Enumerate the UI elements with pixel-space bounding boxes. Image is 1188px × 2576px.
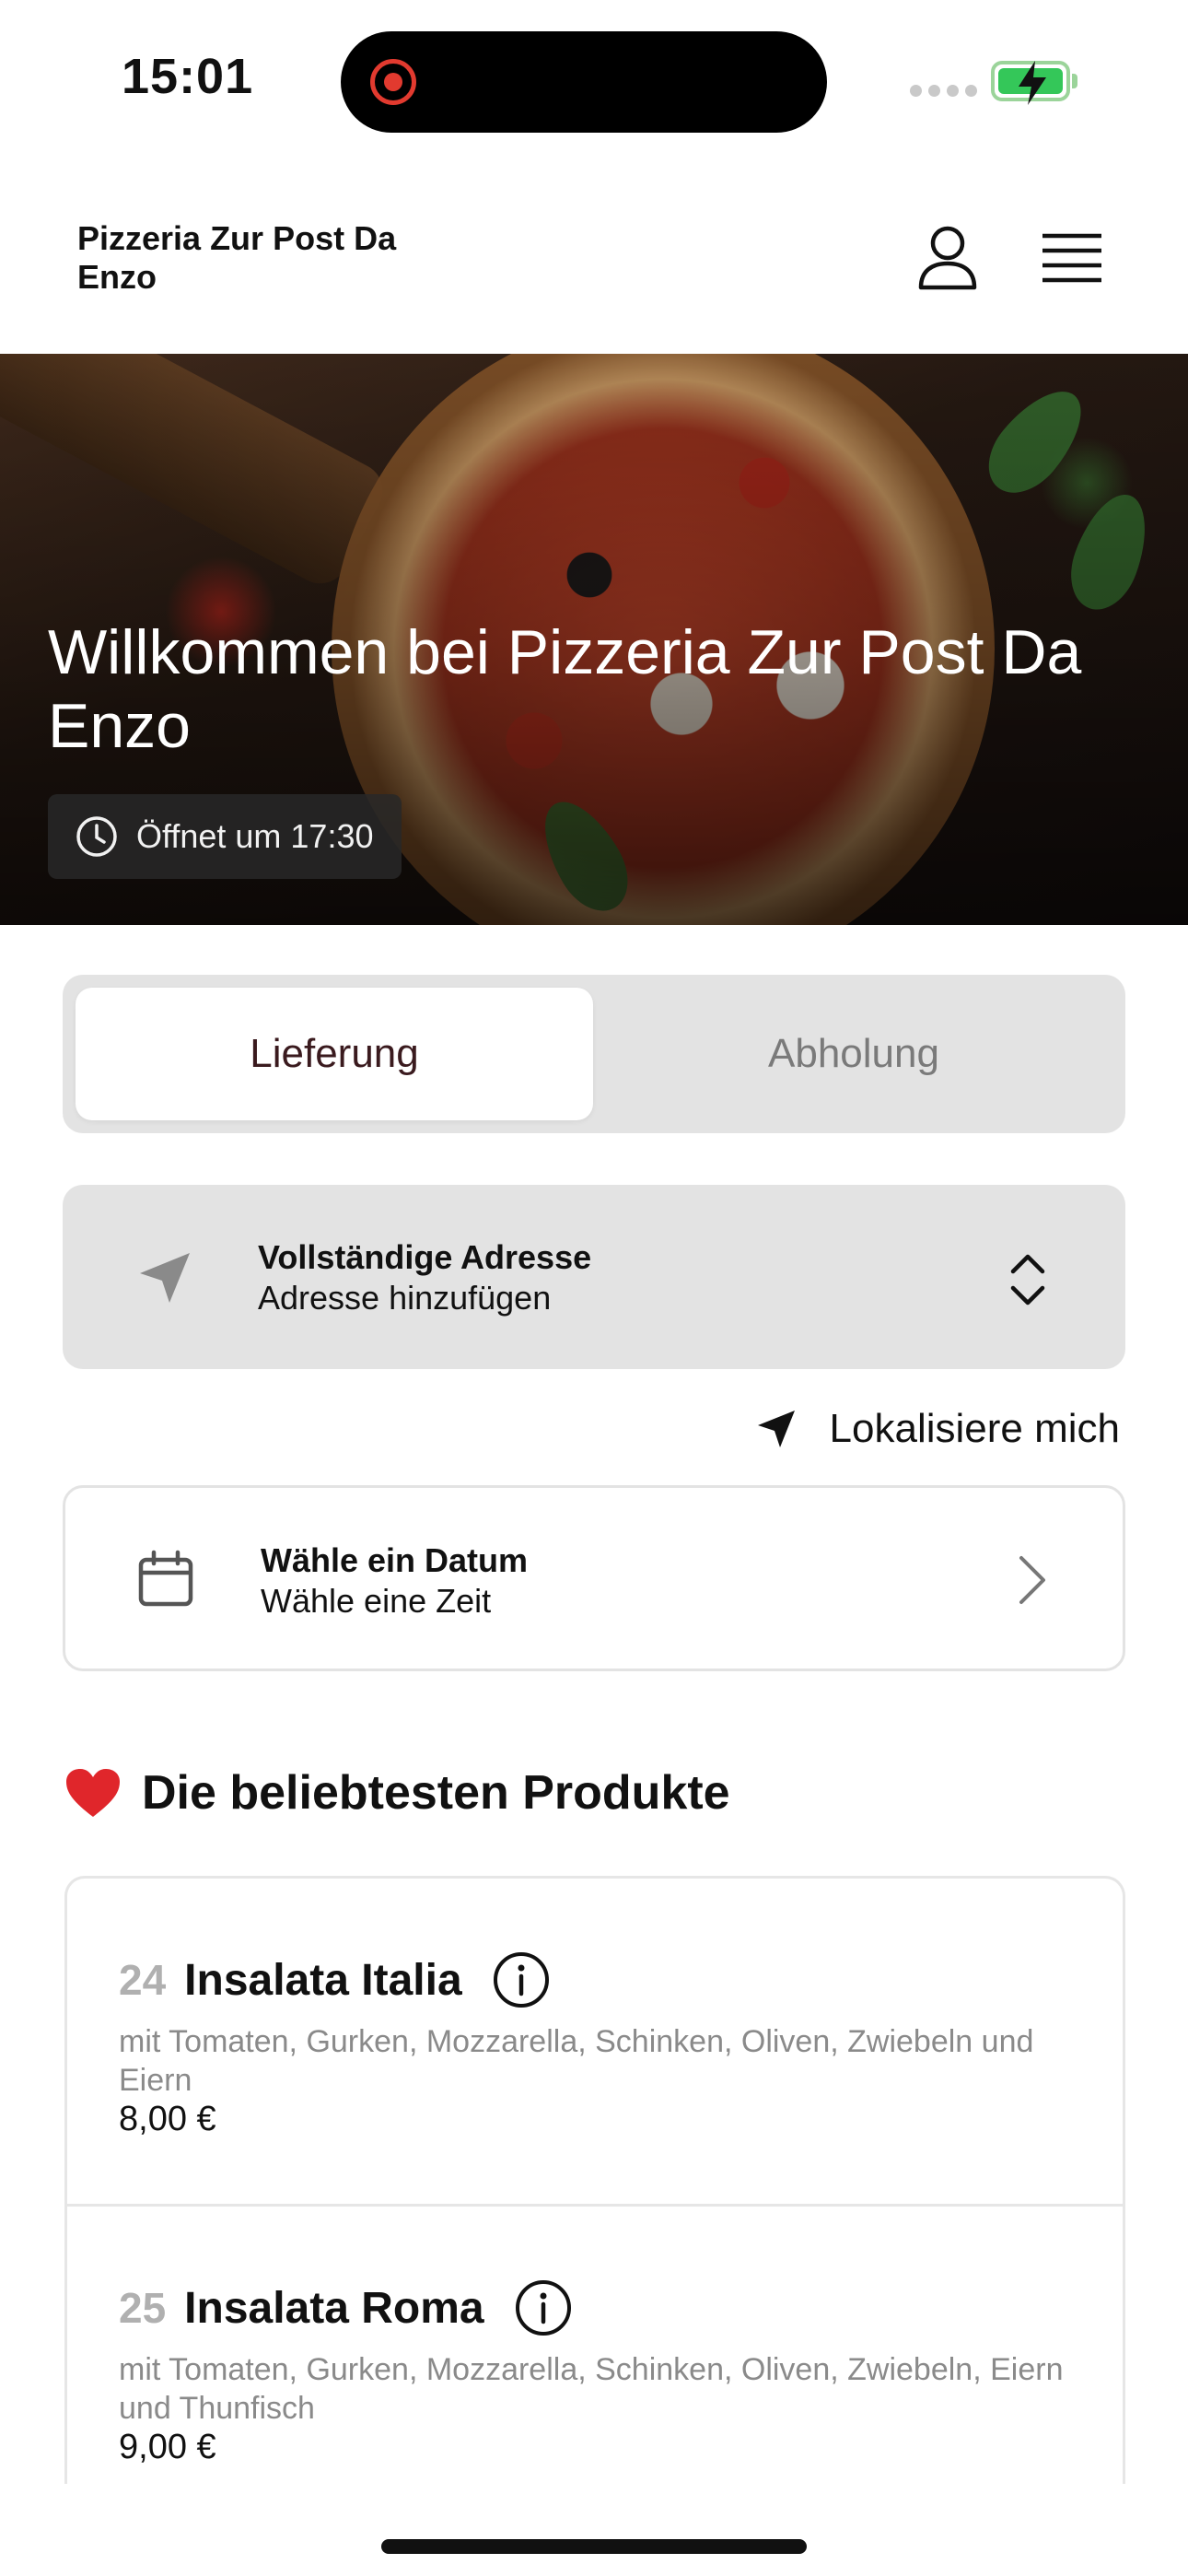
hamburger-menu-icon[interactable] xyxy=(1041,232,1103,284)
opening-hours-text: Öffnet um 17:30 xyxy=(136,817,374,855)
locate-me-label: Lokalisiere mich xyxy=(829,1406,1120,1451)
status-time: 15:01 xyxy=(122,49,254,104)
chevron-up-down-icon xyxy=(1010,1254,1045,1306)
home-indicator[interactable] xyxy=(381,2539,807,2554)
product-description: mit Tomaten, Gurken, Mozzarella, Schinke… xyxy=(119,2352,1064,2426)
address-subtitle: Adresse hinzufügen xyxy=(258,1279,552,1317)
user-profile-icon[interactable] xyxy=(917,225,978,291)
location-arrow-icon xyxy=(757,1411,795,1447)
address-selector[interactable]: Vollständige Adresse Adresse hinzufügen xyxy=(63,1185,1125,1369)
chevron-right-icon xyxy=(1019,1556,1045,1604)
product-number: 25 xyxy=(119,2284,167,2332)
battery-charging-icon xyxy=(991,61,1070,105)
product-price: 9,00 € xyxy=(119,2428,216,2466)
restaurant-name[interactable]: Pizzeria Zur Post Da Enzo xyxy=(77,219,464,297)
date-time-selector[interactable]: Wähle ein Datum Wähle eine Zeit xyxy=(63,1485,1125,1671)
product-header: 24 Insalata Italia xyxy=(119,1950,551,2009)
navigation-arrow-icon xyxy=(140,1253,190,1303)
clock-icon xyxy=(76,816,117,857)
info-icon[interactable] xyxy=(514,2278,573,2337)
product-name: Insalata Italia xyxy=(184,1955,462,2005)
hero-title: Willkommen bei Pizzeria Zur Post Da Enzo xyxy=(48,617,1082,761)
order-mode-toggle: Lieferung Abholung xyxy=(63,975,1125,1133)
battery-cap xyxy=(1072,74,1077,88)
recording-indicator-icon xyxy=(370,59,416,105)
product-item[interactable]: 25 Insalata Roma mit Tomaten, Gurken, Mo… xyxy=(67,2207,1123,2484)
opening-hours-badge: Öffnet um 17:30 xyxy=(48,794,402,879)
popular-products-heading: Die beliebtesten Produkte xyxy=(64,1765,730,1821)
info-icon[interactable] xyxy=(492,1950,551,2009)
product-header: 25 Insalata Roma xyxy=(119,2278,573,2337)
cellular-signal-icon xyxy=(910,85,977,97)
product-description: mit Tomaten, Gurken, Mozzarella, Schinke… xyxy=(119,2024,1034,2098)
tab-lieferung[interactable]: Lieferung xyxy=(76,988,593,1120)
product-item[interactable]: 24 Insalata Italia mit Tomaten, Gurken, … xyxy=(67,1879,1123,2207)
date-title: Wähle ein Datum xyxy=(261,1541,529,1579)
product-number: 24 xyxy=(119,1956,167,2004)
heart-icon xyxy=(66,1769,120,1817)
dynamic-island xyxy=(341,31,827,133)
tab-abholung[interactable]: Abholung xyxy=(595,988,1112,1120)
calendar-icon xyxy=(138,1550,193,1607)
product-name: Insalata Roma xyxy=(184,2283,484,2333)
popular-products-list: 24 Insalata Italia mit Tomaten, Gurken, … xyxy=(64,1876,1125,2484)
locate-me-button[interactable]: Lokalisiere mich xyxy=(754,1400,1120,1458)
product-price: 8,00 € xyxy=(119,2100,216,2138)
popular-products-title: Die beliebtesten Produkte xyxy=(142,1766,730,1820)
status-bar: 15:01 xyxy=(0,0,1188,157)
address-title: Vollständige Adresse xyxy=(258,1238,592,1276)
time-subtitle: Wähle eine Zeit xyxy=(261,1582,492,1620)
